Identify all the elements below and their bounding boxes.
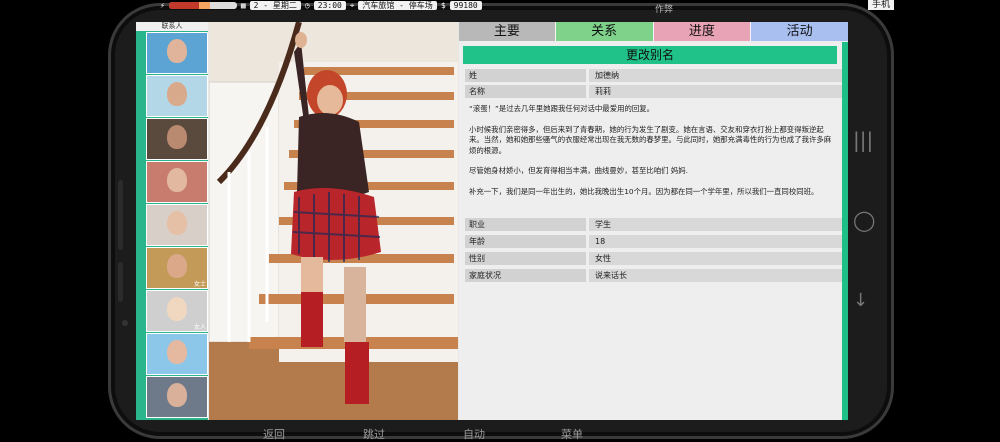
money-label: 99180 — [449, 1, 482, 10]
lightning-icon: ⚡ — [160, 1, 165, 10]
contact-item[interactable]: 女人 — [146, 290, 208, 332]
calendar-icon: ▦ — [240, 1, 246, 10]
name-value: 莉莉 — [589, 85, 843, 98]
tab-main[interactable]: 主要 — [459, 22, 556, 41]
age-row: 年龄 18 — [465, 235, 843, 248]
contact-item[interactable] — [146, 376, 208, 418]
bio-text: “滚蛋！”是过去几年里她跟我任何对话中最爱用的回复。 小时候我们亲密得多，但后来… — [469, 104, 835, 207]
contact-avatar — [167, 211, 187, 235]
tab-bar: 主要 关系 进度 活动 — [459, 22, 848, 41]
surname-value: 加德纳 — [589, 69, 843, 82]
job-label: 职业 — [465, 218, 586, 231]
health-bar — [168, 2, 237, 9]
job-value: 学生 — [589, 218, 843, 231]
profile-panel: 主要 关系 进度 活动 更改别名 姓 加德纳 名称 莉莉 “滚蛋！”是过去几年里… — [459, 22, 848, 420]
back-button[interactable]: 返回 — [263, 426, 285, 442]
tab-activity[interactable]: 活动 — [751, 22, 848, 41]
character-illustration — [209, 22, 458, 420]
day-label: 2 - 星期二 — [249, 1, 301, 10]
contact-avatar — [167, 168, 187, 192]
cheat-button[interactable]: 作弊 — [655, 2, 673, 15]
contact-label: 女士 — [193, 281, 206, 288]
contact-item[interactable] — [146, 32, 208, 74]
bio-paragraph: 小时候我们亲密得多，但后来到了青春期，她的行为发生了剧变。她在言语、交友和穿衣打… — [469, 124, 832, 155]
gender-row: 性别 女性 — [465, 252, 843, 265]
contact-item[interactable] — [146, 161, 208, 203]
contact-item[interactable] — [146, 333, 208, 375]
menu-button[interactable]: 菜单 — [561, 426, 583, 442]
contact-avatar — [167, 254, 187, 278]
contact-item[interactable]: 女士 — [146, 247, 208, 289]
contacts-title: 联系人 — [136, 22, 208, 31]
contact-item[interactable] — [146, 204, 208, 246]
surname-row: 姓 加德纳 — [465, 69, 843, 82]
panel-body: 更改别名 姓 加德纳 名称 莉莉 “滚蛋！”是过去几年里她跟我任何对话中最爱用的… — [459, 42, 843, 420]
auto-button[interactable]: 自动 — [463, 426, 485, 442]
job-row: 职业 学生 — [465, 218, 843, 231]
contact-avatar — [167, 125, 187, 149]
tab-relationship[interactable]: 关系 — [555, 22, 654, 41]
family-label: 家庭状况 — [465, 269, 586, 282]
status-bar: ⚡ ▦ 2 - 星期二 ◷ 23:00 ⌖ 汽车旅馆 - 停车场 $ 99180 — [160, 0, 720, 11]
name-row: 名称 莉莉 — [465, 85, 843, 98]
contact-item[interactable] — [146, 75, 208, 117]
contact-avatar — [167, 383, 187, 407]
location-label: 汽车旅馆 - 停车场 — [358, 1, 437, 10]
family-value: 说来话长 — [589, 269, 843, 282]
contacts-panel: 联系人 女士女人 — [136, 22, 208, 420]
gender-label: 性别 — [465, 252, 586, 265]
scene-image — [209, 22, 458, 420]
rename-button[interactable]: 更改别名 — [463, 46, 837, 64]
contact-avatar — [167, 297, 187, 321]
clock-icon: ◷ — [304, 1, 310, 10]
time-label: 23:00 — [313, 1, 346, 10]
contact-avatar — [167, 82, 187, 106]
panel-accent-bar — [842, 42, 848, 420]
camera-dot — [122, 320, 128, 326]
contact-label: 女人 — [193, 324, 206, 331]
skip-button[interactable]: 跳过 — [363, 426, 385, 442]
phone-side-button — [118, 180, 123, 250]
money-icon: $ — [440, 1, 446, 10]
family-row: 家庭状况 说来话长 — [465, 269, 843, 282]
recent-apps-icon[interactable]: ||| — [853, 128, 873, 152]
surname-label: 姓 — [465, 69, 586, 82]
back-arrow-icon[interactable]: ↓ — [853, 290, 868, 311]
contact-avatar — [167, 39, 187, 63]
bio-paragraph: 尽管她身材娇小，但发育得相当丰满，曲线曼妙，甚至比咱们 妈妈. — [469, 166, 689, 175]
bio-paragraph: “滚蛋！”是过去几年里她跟我任何对话中最爱用的回复。 — [469, 104, 655, 113]
tab-progress[interactable]: 进度 — [653, 22, 752, 41]
phone-side-button — [118, 262, 123, 302]
location-icon: ⌖ — [349, 0, 355, 10]
age-value: 18 — [589, 235, 843, 248]
contact-avatar — [167, 340, 187, 364]
phone-button[interactable]: 手机 — [868, 0, 895, 10]
home-circle-icon[interactable]: ◯ — [853, 208, 875, 232]
age-label: 年龄 — [465, 235, 586, 248]
gender-value: 女性 — [589, 252, 843, 265]
name-label: 名称 — [465, 85, 586, 98]
bio-paragraph: 补充一下，我们是同一年出生的，她比我晚出生10个月。因为都在同一个学年里，所以我… — [469, 186, 819, 196]
contact-item[interactable] — [146, 118, 208, 160]
